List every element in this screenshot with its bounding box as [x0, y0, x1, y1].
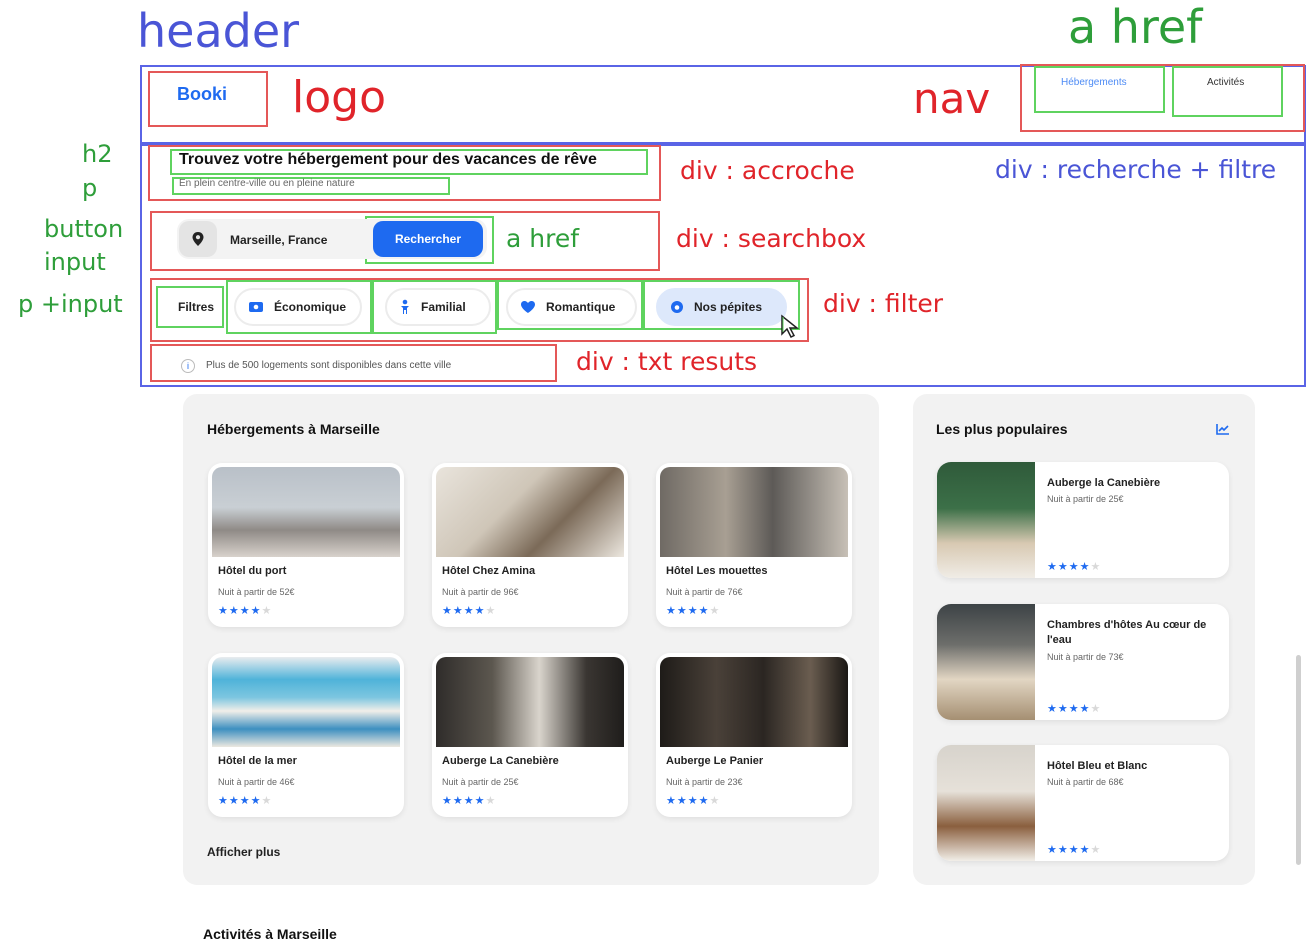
accommodation-price: Nuit à partir de 96€ [442, 587, 519, 597]
mouse-cursor-icon [781, 314, 800, 339]
accommodation-card[interactable]: Auberge Le Panier Nuit à partir de 23€ ★… [656, 653, 852, 817]
popular-name: Auberge la Canebière [1047, 477, 1161, 489]
accommodation-name: Hôtel Les mouettes [666, 565, 768, 577]
filter-chip-economique[interactable]: Économique [234, 288, 362, 326]
accommodation-name: Hôtel Chez Amina [442, 565, 536, 577]
filter-chip-label: Romantique [546, 300, 616, 314]
child-icon [401, 299, 409, 314]
accommodation-card[interactable]: Hôtel de la mer Nuit à partir de 46€ ★★★… [208, 653, 404, 817]
accommodation-card[interactable]: Hôtel Chez Amina Nuit à partir de 96€ ★★… [432, 463, 628, 627]
accommodation-card[interactable]: Auberge La Canebière Nuit à partir de 25… [432, 653, 628, 817]
popular-photo [937, 462, 1035, 578]
popular-card[interactable]: Chambres d'hôtes Au cœur de l'eau Nuit à… [937, 604, 1229, 720]
annotation-button: button [44, 215, 124, 243]
city-search-input[interactable] [230, 229, 362, 251]
popular-price: Nuit à partir de 68€ [1047, 777, 1124, 787]
annotation-input: input [44, 248, 106, 276]
nav-link-activites[interactable]: Activités [1207, 77, 1244, 88]
gem-icon [671, 301, 683, 313]
popular-photo [937, 745, 1035, 861]
accommodation-name: Auberge La Canebière [442, 755, 559, 767]
filter-chip-nos-pepites[interactable]: Nos pépites [656, 288, 787, 326]
accommodations-title: Hébergements à Marseille [207, 421, 380, 437]
popular-price: Nuit à partir de 73€ [1047, 652, 1124, 662]
annotation-logo: logo [292, 72, 386, 123]
nav-annotation-box [1020, 64, 1305, 132]
results-count-text: Plus de 500 logements sont disponibles d… [206, 360, 452, 371]
filter-chip-romantique[interactable]: Romantique [506, 288, 637, 326]
hero-title: Trouvez votre hébergement pour des vacan… [179, 151, 597, 168]
accommodation-photo [436, 657, 624, 747]
accommodation-photo [212, 467, 400, 557]
annotation-div-filter: div : filter [823, 289, 944, 318]
accommodation-photo [660, 467, 848, 557]
filter-chip-familial[interactable]: Familial [385, 288, 491, 326]
accommodation-photo [212, 657, 400, 747]
booki-logo[interactable]: Booki [177, 84, 227, 105]
filters-label: Filtres [178, 300, 215, 314]
popular-card[interactable]: Hôtel Bleu et Blanc Nuit à partir de 68€… [937, 745, 1229, 861]
accommodation-photo [660, 657, 848, 747]
annotation-p-input: p +input [18, 290, 123, 318]
annotation-nav: nav [913, 74, 991, 123]
accommodation-name: Hôtel de la mer [218, 755, 297, 767]
annotation-a-href-top: a href [1068, 0, 1203, 54]
annotation-div-recherche-filtre: div : recherche + filtre [995, 155, 1277, 184]
nav-link-hebergements[interactable]: Hébergements [1061, 77, 1127, 88]
location-button[interactable] [179, 221, 217, 257]
nav-link-annotation-box-2 [1172, 66, 1283, 117]
info-icon: i [181, 359, 195, 373]
scrollbar[interactable] [1296, 655, 1301, 865]
rating-stars: ★★★★★ [442, 605, 497, 617]
accommodation-card[interactable]: Hôtel du port Nuit à partir de 52€ ★★★★★ [208, 463, 404, 627]
search-button[interactable]: Rechercher [373, 221, 483, 257]
filter-chip-label: Familial [421, 300, 466, 314]
rating-stars: ★★★★★ [666, 795, 721, 807]
hero-subtitle: En plein centre-ville ou en pleine natur… [179, 178, 355, 189]
popular-card[interactable]: Auberge la Canebière Nuit à partir de 25… [937, 462, 1229, 578]
rating-stars: ★★★★★ [666, 605, 721, 617]
annotation-p: p [82, 174, 98, 202]
money-icon [249, 302, 263, 312]
accommodation-name: Hôtel du port [218, 565, 287, 577]
filter-chip-label: Économique [274, 300, 347, 314]
rating-stars: ★★★★★ [218, 605, 273, 617]
popular-name: Hôtel Bleu et Blanc [1047, 760, 1148, 772]
popular-price: Nuit à partir de 25€ [1047, 494, 1124, 504]
annotation-h2: h2 [82, 140, 113, 168]
popular-title: Les plus populaires [936, 421, 1068, 437]
accommodation-price: Nuit à partir de 52€ [218, 587, 295, 597]
rating-stars: ★★★★★ [1047, 703, 1102, 715]
filter-chip-label: Nos pépites [694, 300, 763, 314]
annotation-a-href-search: a href [506, 224, 580, 253]
nav-link-annotation-box-1 [1034, 66, 1165, 113]
annotation-header: header [137, 4, 300, 58]
rating-stars: ★★★★★ [1047, 561, 1102, 573]
popular-name: Chambres d'hôtes Au cœur de l'eau [1047, 619, 1207, 646]
rating-stars: ★★★★★ [218, 795, 273, 807]
accommodation-card[interactable]: Hôtel Les mouettes Nuit à partir de 76€ … [656, 463, 852, 627]
annotation-div-searchbox: div : searchbox [676, 224, 867, 253]
accommodation-price: Nuit à partir de 46€ [218, 777, 295, 787]
accommodation-name: Auberge Le Panier [666, 755, 764, 767]
accommodation-photo [436, 467, 624, 557]
annotation-div-accroche: div : accroche [680, 156, 855, 185]
show-more-link[interactable]: Afficher plus [207, 845, 280, 859]
rating-stars: ★★★★★ [442, 795, 497, 807]
accommodation-price: Nuit à partir de 76€ [666, 587, 743, 597]
accommodation-price: Nuit à partir de 23€ [666, 777, 743, 787]
annotation-div-txt-results: div : txt resuts [576, 347, 758, 376]
activities-section-title: Activités à Marseille [203, 926, 337, 942]
location-pin-icon [192, 232, 204, 246]
popular-photo [937, 604, 1035, 720]
heart-icon [521, 301, 535, 313]
accommodation-price: Nuit à partir de 25€ [442, 777, 519, 787]
rating-stars: ★★★★★ [1047, 844, 1102, 856]
trend-chart-icon [1216, 424, 1229, 435]
